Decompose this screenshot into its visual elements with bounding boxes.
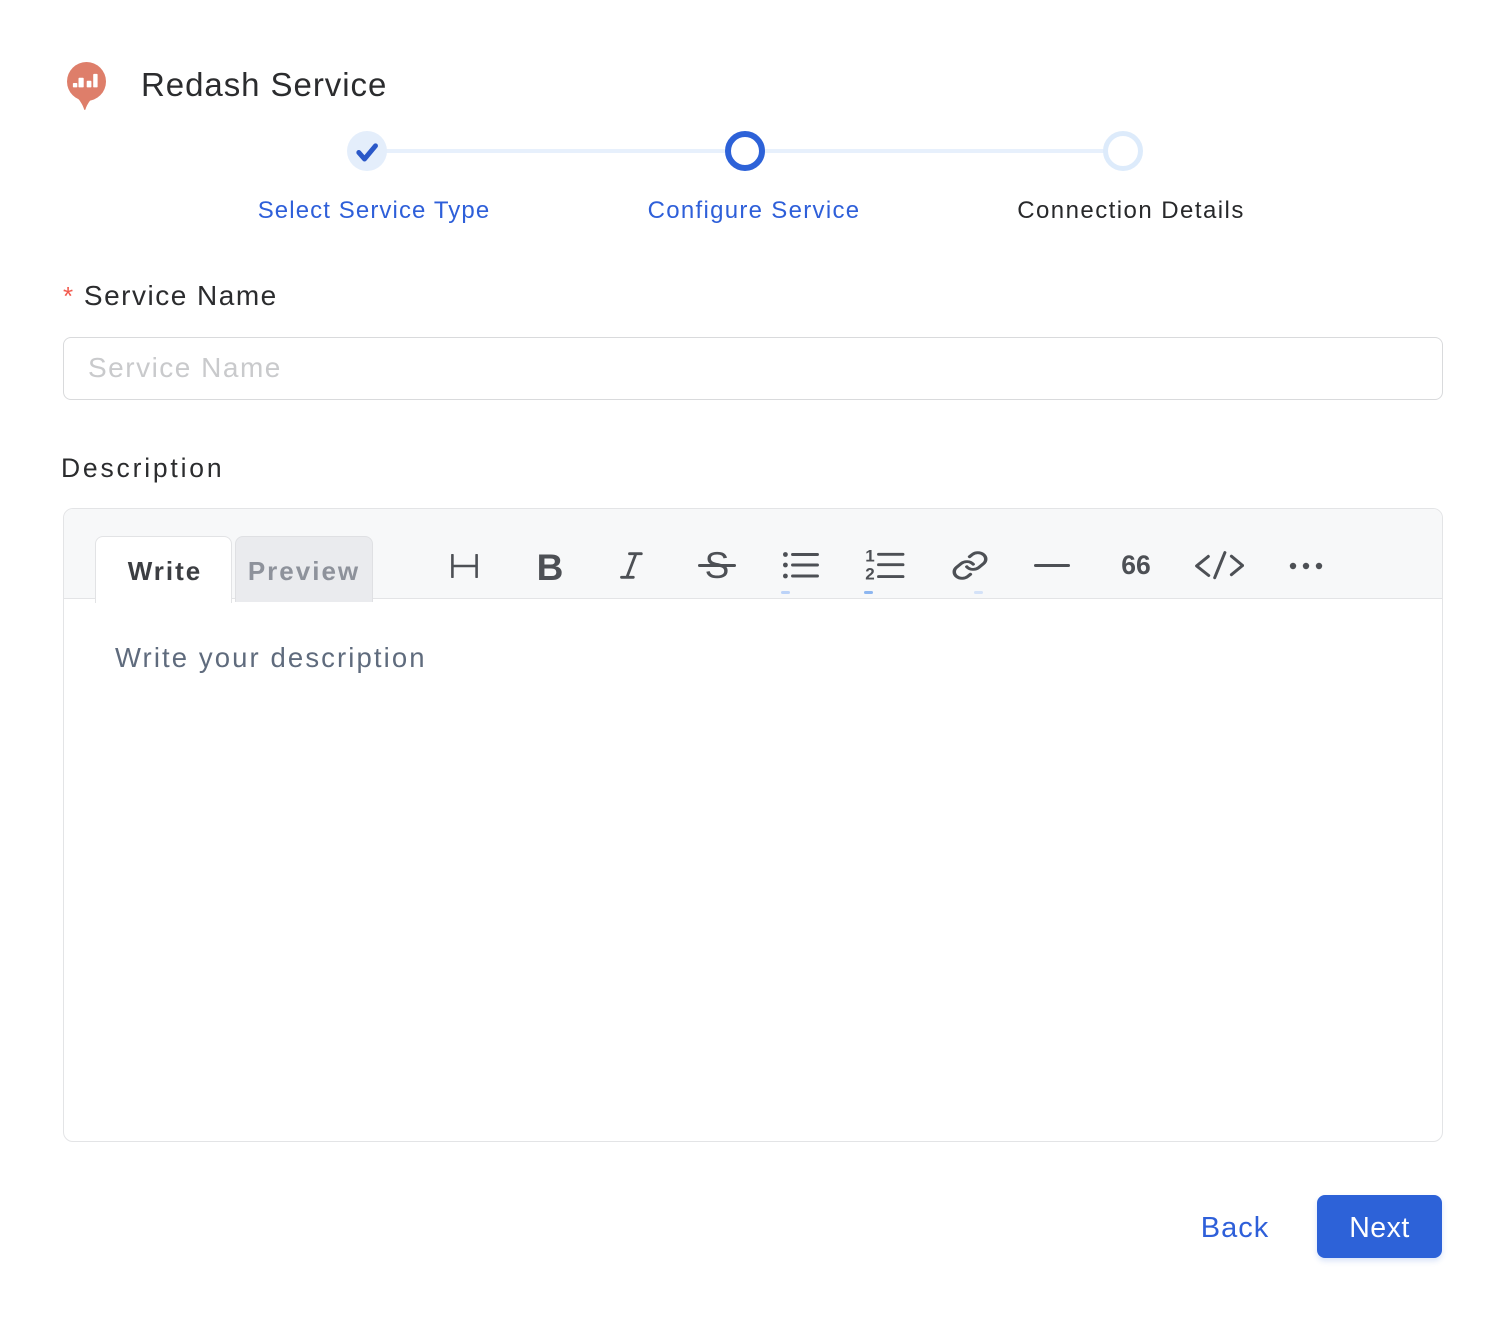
svg-text:1: 1: [865, 548, 874, 566]
svg-text:2: 2: [865, 565, 874, 582]
